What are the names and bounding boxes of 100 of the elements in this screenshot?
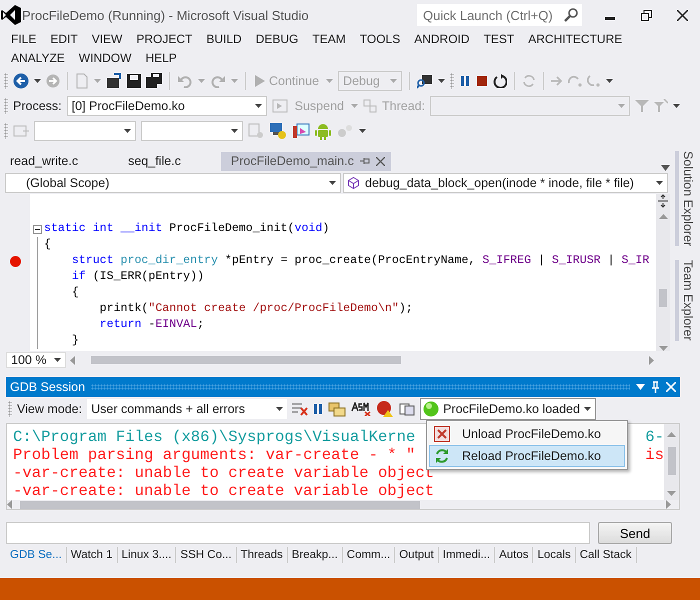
code-line: return -EINVAL; [98, 317, 206, 333]
view-mode-dropdown[interactable]: User commands + all errors [87, 399, 288, 419]
panel-tab[interactable]: GDB Se... [6, 547, 67, 563]
module-status-button[interactable]: ProcFileDemo.ko loaded [420, 398, 596, 420]
play-icon [255, 75, 265, 87]
caret-icon[interactable] [584, 407, 591, 411]
clear-icon[interactable] [292, 402, 308, 416]
zoom-dropdown[interactable]: 100 % [6, 352, 66, 368]
close-icon[interactable] [376, 156, 385, 166]
pin-icon[interactable] [360, 156, 370, 166]
scrollbar-thumb[interactable] [659, 289, 667, 307]
panel-tab[interactable]: Immedi... [438, 547, 496, 563]
scroll-up-icon[interactable] [667, 432, 676, 437]
copy-icon[interactable] [399, 402, 416, 416]
scrollbar-thumb[interactable] [20, 500, 420, 508]
command-input[interactable] [6, 522, 590, 544]
menu-item[interactable]: ARCHITECTURE [521, 30, 630, 49]
send-button[interactable]: Send [598, 522, 672, 544]
open-file-icon[interactable] [106, 73, 122, 89]
minimize-icon [605, 17, 615, 20]
caret-icon[interactable] [673, 104, 680, 108]
menu-item[interactable]: EDIT [43, 30, 85, 49]
panel-tab[interactable]: Threads [236, 547, 288, 563]
file-tab[interactable]: read_write.c [0, 152, 84, 171]
menu-item[interactable]: Unload ProcFileDemo.ko [429, 423, 625, 445]
caret-icon[interactable] [359, 129, 366, 133]
code-line: static int __init ProcFileDemo_init(void) [44, 221, 330, 237]
menu-item[interactable]: BUILD [199, 30, 249, 49]
output-line: -var-create: unable to create variable object [13, 482, 434, 500]
menu-item[interactable]: FILE [4, 30, 44, 49]
split-icon[interactable] [657, 194, 669, 208]
panel-tab[interactable]: Output [395, 547, 439, 563]
process-label: Process: [13, 99, 62, 113]
caret-icon[interactable] [656, 181, 663, 185]
scrollbar-thumb[interactable] [91, 356, 401, 364]
caret-icon[interactable] [34, 79, 41, 83]
scroll-left-icon[interactable] [7, 500, 12, 509]
caret-icon[interactable] [54, 358, 61, 362]
member-dropdown[interactable]: debug_data_block_open(inode * inode, file * file) [343, 173, 668, 193]
menu-item[interactable]: TEAM [305, 30, 353, 49]
caret-icon[interactable] [276, 407, 284, 411]
menu-item[interactable]: TOOLS [352, 30, 408, 49]
side-tab[interactable]: Solution Explorer [675, 151, 695, 246]
panel-tab[interactable]: Locals [533, 547, 576, 563]
scroll-up-icon[interactable] [658, 214, 668, 219]
file-tab[interactable]: ProcFileDemo_main.c [220, 152, 391, 171]
scope-dropdown[interactable]: (Global Scope) [5, 173, 342, 193]
panel-menu-icon[interactable] [636, 384, 645, 390]
reload-icon [434, 448, 450, 464]
menu-item[interactable]: ANDROID [407, 30, 477, 49]
caret-icon[interactable] [438, 79, 446, 83]
attach-process-icon[interactable] [417, 73, 434, 89]
menu-item[interactable]: ANALYZE [4, 49, 72, 68]
save-icon[interactable] [127, 74, 141, 88]
panel-tab[interactable]: Comm... [342, 547, 396, 563]
breakpoint-warning-icon[interactable] [376, 401, 394, 417]
panel-tab[interactable]: Autos [495, 547, 534, 563]
file-tab[interactable]: seq_file.c [118, 152, 187, 171]
scroll-right-icon[interactable] [666, 500, 671, 509]
scroll-down-icon[interactable] [667, 491, 676, 496]
caret-icon[interactable] [124, 129, 131, 133]
breakpoint-icon[interactable] [10, 256, 20, 266]
menu-item[interactable]: TEST [476, 30, 522, 49]
code-line: { [44, 237, 52, 253]
scrollbar-thumb[interactable] [668, 447, 676, 475]
cube-icon [348, 177, 360, 189]
panel-tab[interactable]: Call Stack [576, 547, 637, 563]
panel-tab[interactable]: SSH Co... [176, 547, 237, 563]
panel-tab[interactable]: Breakp... [288, 547, 343, 563]
output-line-end: 6- [645, 428, 664, 446]
menu-item[interactable]: DEBUG [248, 30, 306, 49]
menu-item[interactable]: WINDOW [72, 49, 138, 68]
menu-item[interactable]: HELP [138, 49, 184, 68]
menu-item[interactable]: VIEW [84, 30, 130, 49]
quick-launch-field[interactable]: Quick Launch (Ctrl+Q) [417, 4, 582, 26]
side-tab[interactable]: Team Explorer [675, 260, 695, 341]
caret-icon[interactable] [329, 181, 336, 185]
caret-icon[interactable] [231, 129, 238, 133]
back-icon[interactable] [13, 73, 29, 89]
menu-item[interactable]: Reload ProcFileDemo.ko [429, 445, 625, 467]
process-dropdown[interactable]: [0] ProcFileDemo.ko [66, 96, 267, 116]
panel-tab[interactable]: Watch 1 [66, 547, 118, 563]
tab-list-icon[interactable] [661, 165, 670, 171]
stop-icon[interactable] [476, 75, 488, 87]
menu-item[interactable]: PROJECT [129, 30, 200, 49]
pause-icon[interactable] [459, 75, 472, 87]
disassembly-icon[interactable] [351, 402, 372, 416]
scroll-right-icon[interactable] [649, 356, 654, 364]
restart-icon[interactable] [493, 74, 508, 88]
caret-icon[interactable] [606, 79, 614, 83]
panel-tab[interactable]: Linux 3.... [118, 547, 176, 563]
folders-icon[interactable] [328, 401, 346, 417]
scroll-left-icon[interactable] [70, 356, 75, 364]
collapse-icon[interactable] [32, 224, 42, 234]
caret-icon[interactable] [254, 104, 262, 108]
window-brush-icon[interactable] [292, 122, 310, 140]
code-line: if (IS_ERR(pEntry)) [70, 269, 206, 285]
computer-gear-icon[interactable] [269, 122, 287, 140]
pause-icon[interactable] [313, 403, 324, 415]
save-all-icon[interactable] [146, 73, 162, 89]
